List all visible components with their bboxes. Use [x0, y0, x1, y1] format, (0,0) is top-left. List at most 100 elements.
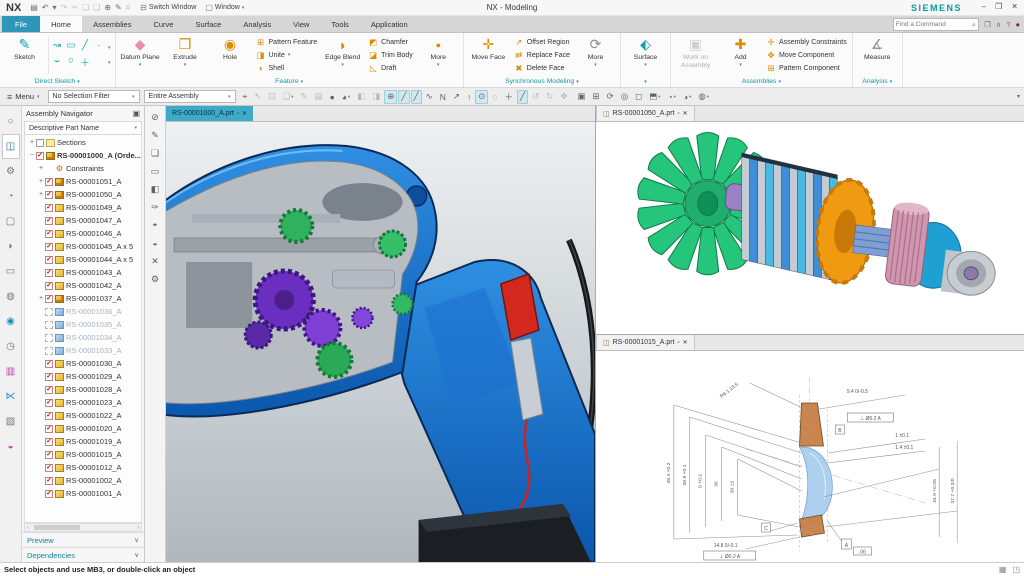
pattern-component-button[interactable]: ⊞Pattern Component: [766, 63, 847, 74]
tab-tools[interactable]: Tools: [320, 16, 360, 32]
move-face-button[interactable]: ✛ Move Face: [466, 34, 511, 76]
tree-item[interactable]: ✓RS-00001020_A: [25, 422, 141, 435]
perspective-icon[interactable]: ◎: [618, 90, 631, 104]
tree-item[interactable]: RS-00001036_A: [25, 305, 141, 318]
copy-icon[interactable]: ❏: [81, 1, 90, 15]
save-icon[interactable]: ▤: [29, 1, 39, 15]
offset-region-button[interactable]: ↗Offset Region: [514, 37, 570, 48]
expand-icon[interactable]: +: [37, 295, 45, 302]
find-command-input[interactable]: [896, 21, 972, 28]
display-style-icon[interactable]: ◑▾: [680, 90, 694, 104]
tree-item[interactable]: ✓RS-00001049_A: [25, 201, 141, 214]
tab-surface[interactable]: Surface: [184, 16, 232, 32]
selection-scope-dropdown[interactable]: Entire Assembly▾: [144, 90, 236, 103]
sketch-button[interactable]: ✎ Sketch: [2, 34, 47, 76]
move-component-button[interactable]: ✥Move Component: [766, 50, 847, 61]
checkbox[interactable]: ✓: [45, 451, 53, 459]
search-icon[interactable]: ⌕: [972, 20, 976, 30]
dependencies-section[interactable]: Dependencies∨: [22, 547, 144, 562]
spline-snap-icon[interactable]: Ν: [437, 90, 449, 104]
tree-item[interactable]: +⚙Constraints: [25, 162, 141, 175]
surface-group-label[interactable]: ▾: [623, 76, 668, 87]
selection-filter-dropdown[interactable]: No Selection Filter▾: [48, 90, 140, 103]
checkbox[interactable]: ✓: [45, 425, 53, 433]
trim-body-button[interactable]: ◪Trim Body: [368, 50, 413, 61]
dropdown-icon[interactable]: ▾: [108, 60, 111, 66]
line-icon[interactable]: ╱: [78, 40, 92, 55]
checkbox[interactable]: ✓: [45, 217, 53, 225]
copy-display-icon[interactable]: ❏▾: [280, 90, 297, 104]
shaded-edges-icon[interactable]: ◧: [151, 183, 160, 195]
roller-icon[interactable]: ○: [2, 109, 20, 134]
layer-icon[interactable]: ▤: [312, 90, 326, 104]
checkbox[interactable]: ✓: [45, 490, 53, 498]
window-mode-icon[interactable]: ◳: [1012, 565, 1020, 574]
tree-item[interactable]: ✓RS-00001047_A: [25, 214, 141, 227]
pan-icon[interactable]: ✥: [557, 90, 570, 104]
edit-display-icon[interactable]: ✎: [151, 129, 159, 141]
zoom-icon[interactable]: ⊞: [590, 90, 603, 104]
touch-mode-icon[interactable]: ◒: [2, 434, 20, 459]
endpoint-snap-icon[interactable]: ╱: [398, 90, 409, 104]
checkbox[interactable]: [45, 347, 53, 355]
section-view-icon[interactable]: ◒: [152, 237, 157, 249]
hd3d-tools-icon[interactable]: ▭: [2, 259, 20, 284]
tree-item[interactable]: RS-00001035_A: [25, 318, 141, 331]
switch-window-button[interactable]: ⊟ Switch Window: [140, 3, 196, 12]
tab-view[interactable]: View: [282, 16, 320, 32]
tree-item[interactable]: ✓RS-00001030_A: [25, 357, 141, 370]
tree-item[interactable]: RS-00001034_A: [25, 331, 141, 344]
minimize-button[interactable]: –: [982, 2, 986, 11]
undo-dropdown-icon[interactable]: ▾: [52, 1, 58, 15]
checkbox[interactable]: ✓: [45, 295, 53, 303]
shell-button[interactable]: ◖Shell: [256, 63, 318, 74]
toolbar-overflow-icon[interactable]: ▾: [1017, 93, 1024, 100]
background-icon[interactable]: ◍▾: [695, 90, 712, 104]
arc-icon[interactable]: ⌣: [50, 55, 64, 70]
web-browser-icon[interactable]: ◍: [2, 284, 20, 309]
plus-snap-icon[interactable]: ＋: [501, 90, 516, 104]
tree-item[interactable]: ✓RS-00001012_A: [25, 461, 141, 474]
tree-item[interactable]: +✓RS-00001037_A: [25, 292, 141, 305]
checkbox[interactable]: ✓: [45, 399, 53, 407]
checkbox[interactable]: ✓: [45, 204, 53, 212]
orient-view-icon[interactable]: ⟳: [604, 90, 617, 104]
select-arrow-icon[interactable]: ↖: [251, 90, 264, 104]
profile-icon[interactable]: ↝: [50, 40, 64, 55]
point-snap-icon[interactable]: ⊕: [384, 90, 397, 104]
feature-group-label[interactable]: Feature▾: [118, 76, 461, 87]
tree-item[interactable]: ✓RS-00001044_A x 5: [25, 253, 141, 266]
feature-more-button[interactable]: ● More ▾: [416, 34, 461, 76]
preview-section[interactable]: Preview∨: [22, 532, 144, 547]
checkbox[interactable]: ✓: [36, 152, 44, 160]
edge-snap-icon[interactable]: ╱: [517, 90, 528, 104]
checkbox[interactable]: ✓: [45, 360, 53, 368]
clip-section-icon[interactable]: ◨: [369, 90, 383, 104]
rotate-ccw-icon[interactable]: ↺: [529, 90, 542, 104]
checkbox[interactable]: ✓: [45, 230, 53, 238]
measure-button[interactable]: ∡ Measure: [855, 34, 900, 76]
tree-item[interactable]: RS-00001033_A: [25, 344, 141, 357]
arc-snap-icon[interactable]: ◌: [489, 90, 500, 104]
rotate-cw-icon[interactable]: ↻: [543, 90, 556, 104]
tab-close-icon[interactable]: ✕: [683, 110, 688, 117]
edit-icon[interactable]: ✎: [297, 90, 310, 104]
sphere-icon[interactable]: ●: [327, 90, 338, 104]
tree-item[interactable]: ✓RS-00001043_A: [25, 266, 141, 279]
expand-icon[interactable]: −: [28, 152, 36, 159]
doc-tab-bottom[interactable]: ◫ RS-00001015_A.prt ▫ ✕: [596, 335, 695, 350]
armature-viewport-canvas[interactable]: [596, 122, 1024, 334]
close-icon[interactable]: ✕: [151, 255, 159, 267]
menu-button[interactable]: ≡ Menu ▾: [3, 90, 44, 104]
tree-item[interactable]: −✓RS-00001000_A (Orde...: [25, 149, 141, 162]
true-shading-icon[interactable]: ◓: [152, 219, 157, 231]
assembly-constraints-button[interactable]: ✛Assembly Constraints: [766, 37, 847, 48]
replace-face-button[interactable]: ⇄Replace Face: [514, 50, 570, 61]
direct-sketch-group-label[interactable]: Direct Sketch▾: [2, 76, 113, 87]
paste-icon[interactable]: ❑: [92, 1, 101, 15]
shaded-view-icon[interactable]: ⬒▾: [646, 90, 663, 104]
checkbox[interactable]: ✓: [45, 373, 53, 381]
expand-icon[interactable]: +: [37, 191, 45, 198]
checkbox[interactable]: ✓: [45, 464, 53, 472]
expand-icon[interactable]: +: [28, 139, 36, 146]
